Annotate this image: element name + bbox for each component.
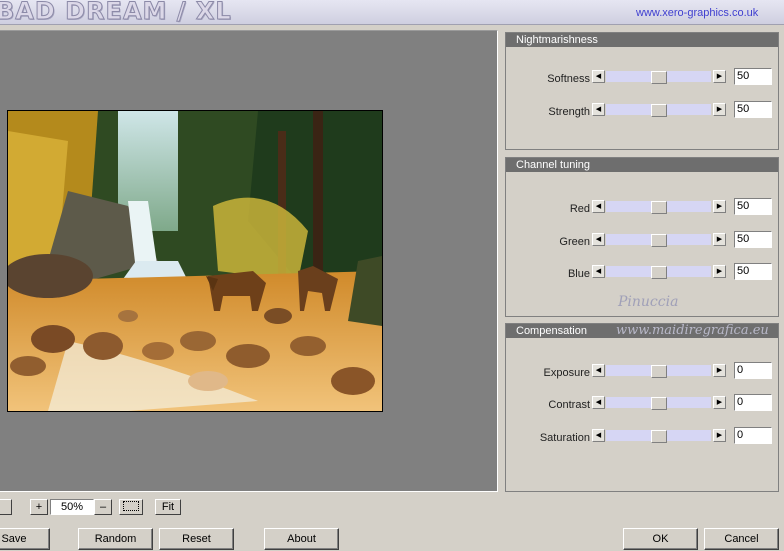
arrow-left-icon[interactable]: ◀ [592, 233, 605, 246]
red-row: Red ◀ ▶ 50 [506, 198, 778, 220]
preview-image [7, 110, 383, 412]
app-title: BAD DREAM / XL [0, 0, 232, 26]
save-button[interactable]: Save [0, 528, 50, 550]
group-title: Channel tuning [506, 158, 778, 172]
actual-size-icon [123, 501, 139, 512]
about-button[interactable]: About [264, 528, 339, 550]
saturation-label: Saturation [539, 432, 590, 444]
arrow-left-icon[interactable]: ◀ [592, 429, 605, 442]
zoom-partial-control[interactable] [0, 499, 12, 515]
arrow-right-icon[interactable]: ▶ [713, 364, 726, 377]
arrow-right-icon[interactable]: ▶ [713, 429, 726, 442]
zoom-level-field[interactable]: 50% [50, 499, 94, 515]
arrow-right-icon[interactable]: ▶ [713, 396, 726, 409]
green-value-field[interactable]: 50 [734, 231, 772, 248]
reset-button[interactable]: Reset [159, 528, 234, 550]
green-slider[interactable]: ◀ ▶ [592, 233, 726, 247]
slider-track[interactable] [606, 234, 711, 247]
red-label: Red [569, 203, 590, 215]
green-label: Green [559, 236, 590, 248]
arrow-left-icon[interactable]: ◀ [592, 70, 605, 83]
slider-thumb[interactable] [651, 234, 667, 247]
contrast-row: Contrast ◀ ▶ 0 [506, 394, 778, 416]
saturation-row: Saturation ◀ ▶ 0 [506, 427, 778, 449]
slider-track[interactable] [606, 397, 711, 410]
slider-thumb[interactable] [651, 430, 667, 443]
strength-label: Strength [548, 106, 590, 118]
arrow-left-icon[interactable]: ◀ [592, 200, 605, 213]
title-bar: BAD DREAM / XL www.xero-graphics.co.uk [0, 0, 784, 26]
arrow-right-icon[interactable]: ▶ [713, 70, 726, 83]
exposure-value-field[interactable]: 0 [734, 362, 772, 379]
red-slider[interactable]: ◀ ▶ [592, 200, 726, 214]
website-link[interactable]: www.xero-graphics.co.uk [636, 7, 758, 19]
zoom-in-button[interactable]: + [30, 499, 48, 515]
arrow-right-icon[interactable]: ▶ [713, 265, 726, 278]
actual-size-button[interactable] [119, 499, 143, 515]
slider-thumb[interactable] [651, 71, 667, 84]
exposure-label: Exposure [543, 367, 590, 379]
cancel-button[interactable]: Cancel [704, 528, 779, 550]
slider-thumb[interactable] [651, 397, 667, 410]
zoom-toolbar: + 50% – Fit [0, 498, 200, 518]
contrast-value-field[interactable]: 0 [734, 394, 772, 411]
group-title: Nightmarishness [506, 33, 778, 47]
group-compensation: Compensation www.maidiregrafica.eu Expos… [505, 323, 779, 492]
slider-track[interactable] [606, 365, 711, 378]
ok-button[interactable]: OK [623, 528, 698, 550]
arrow-left-icon[interactable]: ◀ [592, 364, 605, 377]
group-nightmarishness: Nightmarishness Softness ◀ ▶ 50 Strength… [505, 32, 779, 150]
fit-button[interactable]: Fit [155, 499, 181, 515]
strength-value-field[interactable]: 50 [734, 101, 772, 118]
arrow-left-icon[interactable]: ◀ [592, 265, 605, 278]
slider-track[interactable] [606, 71, 711, 84]
green-row: Green ◀ ▶ 50 [506, 231, 778, 253]
saturation-value-field[interactable]: 0 [734, 427, 772, 444]
exposure-row: Exposure ◀ ▶ 0 [506, 362, 778, 384]
slider-track[interactable] [606, 266, 711, 279]
contrast-label: Contrast [548, 399, 590, 411]
saturation-slider[interactable]: ◀ ▶ [592, 429, 726, 443]
slider-track[interactable] [606, 104, 711, 117]
softness-value-field[interactable]: 50 [734, 68, 772, 85]
arrow-right-icon[interactable]: ▶ [713, 103, 726, 116]
arrow-right-icon[interactable]: ▶ [713, 233, 726, 246]
blue-value-field[interactable]: 50 [734, 263, 772, 280]
blue-label: Blue [567, 268, 590, 280]
slider-thumb[interactable] [651, 201, 667, 214]
contrast-slider[interactable]: ◀ ▶ [592, 396, 726, 410]
zoom-out-button[interactable]: – [94, 499, 112, 515]
slider-track[interactable] [606, 201, 711, 214]
arrow-right-icon[interactable]: ▶ [713, 200, 726, 213]
arrow-left-icon[interactable]: ◀ [592, 103, 605, 116]
watermark-name: Pinuccia [618, 294, 679, 310]
softness-label: Softness [547, 73, 590, 85]
softness-row: Softness ◀ ▶ 50 [506, 68, 778, 90]
random-button[interactable]: Random [78, 528, 153, 550]
slider-thumb[interactable] [651, 104, 667, 117]
group-channel-tuning: Channel tuning Red ◀ ▶ 50 Green ◀ ▶ 50 B… [505, 157, 779, 317]
preview-panel[interactable] [0, 30, 498, 492]
strength-slider[interactable]: ◀ ▶ [592, 103, 726, 117]
blue-slider[interactable]: ◀ ▶ [592, 265, 726, 279]
arrow-left-icon[interactable]: ◀ [592, 396, 605, 409]
strength-row: Strength ◀ ▶ 50 [506, 101, 778, 123]
softness-slider[interactable]: ◀ ▶ [592, 70, 726, 84]
red-value-field[interactable]: 50 [734, 198, 772, 215]
slider-track[interactable] [606, 430, 711, 443]
group-title: Compensation [506, 324, 778, 338]
exposure-slider[interactable]: ◀ ▶ [592, 364, 726, 378]
slider-thumb[interactable] [651, 266, 667, 279]
slider-thumb[interactable] [651, 365, 667, 378]
blue-row: Blue ◀ ▶ 50 [506, 263, 778, 285]
